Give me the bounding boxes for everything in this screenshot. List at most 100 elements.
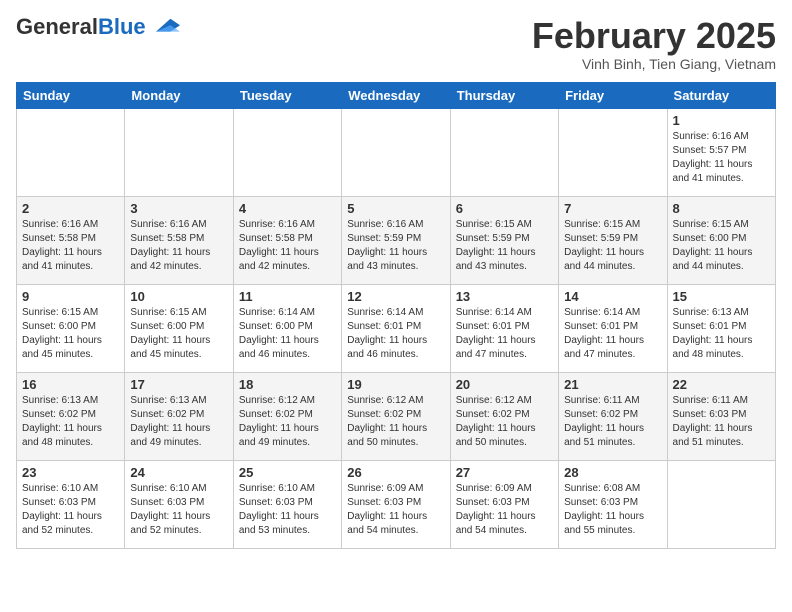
logo-icon	[148, 17, 180, 35]
calendar-cell: 20 Sunrise: 6:12 AM Sunset: 6:02 PM Dayli…	[450, 372, 558, 460]
day-info: Sunrise: 6:14 AM Sunset: 6:01 PM Dayligh…	[564, 306, 661, 362]
calendar-cell: 25Sunrise: 6:10 AM Sunset: 6:03 PM Dayli…	[233, 460, 341, 548]
calendar-cell: 17 Sunrise: 6:13 AM Sunset: 6:02 PM Dayli…	[125, 372, 233, 460]
calendar-cell: 10 Sunrise: 6:15 AM Sunset: 6:00 PM Dayli…	[125, 284, 233, 372]
logo-text: GeneralBlue	[16, 16, 146, 38]
title-block: February 2025 Vinh Binh, Tien Giang, Vie…	[532, 16, 776, 72]
calendar-cell: 16 Sunrise: 6:13 AM Sunset: 6:02 PM Dayli…	[17, 372, 125, 460]
day-info: Sunrise: 6:14 AM Sunset: 6:00 PM Dayligh…	[239, 306, 336, 362]
calendar-cell: 15 Sunrise: 6:13 AM Sunset: 6:01 PM Dayli…	[667, 284, 775, 372]
day-info: Sunrise: 6:13 AM Sunset: 6:01 PM Dayligh…	[673, 306, 770, 362]
day-info: Sunrise: 6:11 AM Sunset: 6:02 PM Dayligh…	[564, 394, 661, 450]
day-info: Sunrise: 6:12 AM Sunset: 6:02 PM Dayligh…	[456, 394, 553, 450]
calendar-cell: 7 Sunrise: 6:15 AM Sunset: 5:59 PM Daylig…	[559, 196, 667, 284]
weekday-header-monday: Monday	[125, 82, 233, 108]
day-number: 3	[130, 201, 227, 216]
day-number: 13	[456, 289, 553, 304]
calendar-cell	[559, 108, 667, 196]
day-info: Sunrise: 6:08 AM Sunset: 6:03 PM Dayligh…	[564, 482, 661, 538]
day-info: Sunrise: 6:13 AM Sunset: 6:02 PM Dayligh…	[22, 394, 119, 450]
calendar-cell: 14 Sunrise: 6:14 AM Sunset: 6:01 PM Dayli…	[559, 284, 667, 372]
weekday-header-wednesday: Wednesday	[342, 82, 450, 108]
calendar-cell	[125, 108, 233, 196]
calendar-cell: 4Sunrise: 6:16 AM Sunset: 5:58 PM Daylig…	[233, 196, 341, 284]
logo: GeneralBlue	[16, 16, 180, 38]
calendar-cell: 13 Sunrise: 6:14 AM Sunset: 6:01 PM Dayli…	[450, 284, 558, 372]
day-number: 15	[673, 289, 770, 304]
day-number: 27	[456, 465, 553, 480]
calendar-cell	[17, 108, 125, 196]
day-number: 19	[347, 377, 444, 392]
day-info: Sunrise: 6:16 AM Sunset: 5:58 PM Dayligh…	[130, 218, 227, 274]
calendar-cell: 9 Sunrise: 6:15 AM Sunset: 6:00 PM Daylig…	[17, 284, 125, 372]
calendar-cell: 1 Sunrise: 6:16 AM Sunset: 5:57 PM Daylig…	[667, 108, 775, 196]
day-info: Sunrise: 6:16 AM Sunset: 5:57 PM Dayligh…	[673, 130, 770, 186]
calendar-cell: 23 Sunrise: 6:10 AM Sunset: 6:03 PM Dayli…	[17, 460, 125, 548]
calendar-cell: 24 Sunrise: 6:10 AM Sunset: 6:03 PM Dayli…	[125, 460, 233, 548]
day-number: 11	[239, 289, 336, 304]
weekday-header-saturday: Saturday	[667, 82, 775, 108]
calendar-cell	[342, 108, 450, 196]
day-info: Sunrise: 6:16 AM Sunset: 5:59 PM Dayligh…	[347, 218, 444, 274]
day-number: 10	[130, 289, 227, 304]
calendar-cell: 6 Sunrise: 6:15 AM Sunset: 5:59 PM Daylig…	[450, 196, 558, 284]
day-info: Sunrise: 6:14 AM Sunset: 6:01 PM Dayligh…	[456, 306, 553, 362]
weekday-header-thursday: Thursday	[450, 82, 558, 108]
day-number: 26	[347, 465, 444, 480]
calendar-cell: 21 Sunrise: 6:11 AM Sunset: 6:02 PM Dayli…	[559, 372, 667, 460]
calendar-cell: 12Sunrise: 6:14 AM Sunset: 6:01 PM Dayli…	[342, 284, 450, 372]
calendar-cell: 18 Sunrise: 6:12 AM Sunset: 6:02 PM Dayli…	[233, 372, 341, 460]
location: Vinh Binh, Tien Giang, Vietnam	[532, 56, 776, 72]
day-info: Sunrise: 6:10 AM Sunset: 6:03 PM Dayligh…	[22, 482, 119, 538]
day-info: Sunrise: 6:15 AM Sunset: 6:00 PM Dayligh…	[22, 306, 119, 362]
day-number: 24	[130, 465, 227, 480]
day-number: 23	[22, 465, 119, 480]
day-number: 28	[564, 465, 661, 480]
calendar-cell	[667, 460, 775, 548]
day-number: 25	[239, 465, 336, 480]
day-info: Sunrise: 6:15 AM Sunset: 6:00 PM Dayligh…	[673, 218, 770, 274]
weekday-header-sunday: Sunday	[17, 82, 125, 108]
calendar-week-row: 16 Sunrise: 6:13 AM Sunset: 6:02 PM Dayli…	[17, 372, 776, 460]
day-number: 17	[130, 377, 227, 392]
day-info: Sunrise: 6:09 AM Sunset: 6:03 PM Dayligh…	[456, 482, 553, 538]
day-info: Sunrise: 6:12 AM Sunset: 6:02 PM Dayligh…	[347, 394, 444, 450]
day-number: 6	[456, 201, 553, 216]
calendar-cell: 3 Sunrise: 6:16 AM Sunset: 5:58 PM Daylig…	[125, 196, 233, 284]
day-info: Sunrise: 6:15 AM Sunset: 5:59 PM Dayligh…	[564, 218, 661, 274]
calendar-cell: 19 Sunrise: 6:12 AM Sunset: 6:02 PM Dayli…	[342, 372, 450, 460]
day-number: 4	[239, 201, 336, 216]
weekday-header-row: SundayMondayTuesdayWednesdayThursdayFrid…	[17, 82, 776, 108]
day-info: Sunrise: 6:15 AM Sunset: 6:00 PM Dayligh…	[130, 306, 227, 362]
month-title: February 2025	[532, 16, 776, 56]
calendar-cell: 11 Sunrise: 6:14 AM Sunset: 6:00 PM Dayli…	[233, 284, 341, 372]
calendar-cell	[450, 108, 558, 196]
day-number: 18	[239, 377, 336, 392]
day-number: 2	[22, 201, 119, 216]
day-info: Sunrise: 6:09 AM Sunset: 6:03 PM Dayligh…	[347, 482, 444, 538]
calendar-cell: 2Sunrise: 6:16 AM Sunset: 5:58 PM Daylig…	[17, 196, 125, 284]
day-info: Sunrise: 6:12 AM Sunset: 6:02 PM Dayligh…	[239, 394, 336, 450]
day-number: 9	[22, 289, 119, 304]
day-number: 14	[564, 289, 661, 304]
calendar-cell	[233, 108, 341, 196]
calendar-week-row: 1 Sunrise: 6:16 AM Sunset: 5:57 PM Daylig…	[17, 108, 776, 196]
day-number: 16	[22, 377, 119, 392]
calendar-cell: 26 Sunrise: 6:09 AM Sunset: 6:03 PM Dayli…	[342, 460, 450, 548]
calendar-cell: 5Sunrise: 6:16 AM Sunset: 5:59 PM Daylig…	[342, 196, 450, 284]
calendar-week-row: 23 Sunrise: 6:10 AM Sunset: 6:03 PM Dayli…	[17, 460, 776, 548]
day-number: 21	[564, 377, 661, 392]
calendar-cell: 8 Sunrise: 6:15 AM Sunset: 6:00 PM Daylig…	[667, 196, 775, 284]
day-number: 22	[673, 377, 770, 392]
day-number: 7	[564, 201, 661, 216]
day-info: Sunrise: 6:13 AM Sunset: 6:02 PM Dayligh…	[130, 394, 227, 450]
day-info: Sunrise: 6:15 AM Sunset: 5:59 PM Dayligh…	[456, 218, 553, 274]
page-header: GeneralBlue February 2025 Vinh Binh, Tie…	[16, 16, 776, 72]
day-number: 8	[673, 201, 770, 216]
day-number: 1	[673, 113, 770, 128]
calendar-cell: 22Sunrise: 6:11 AM Sunset: 6:03 PM Dayli…	[667, 372, 775, 460]
calendar-cell: 27 Sunrise: 6:09 AM Sunset: 6:03 PM Dayli…	[450, 460, 558, 548]
calendar-week-row: 9 Sunrise: 6:15 AM Sunset: 6:00 PM Daylig…	[17, 284, 776, 372]
day-number: 20	[456, 377, 553, 392]
day-info: Sunrise: 6:10 AM Sunset: 6:03 PM Dayligh…	[130, 482, 227, 538]
